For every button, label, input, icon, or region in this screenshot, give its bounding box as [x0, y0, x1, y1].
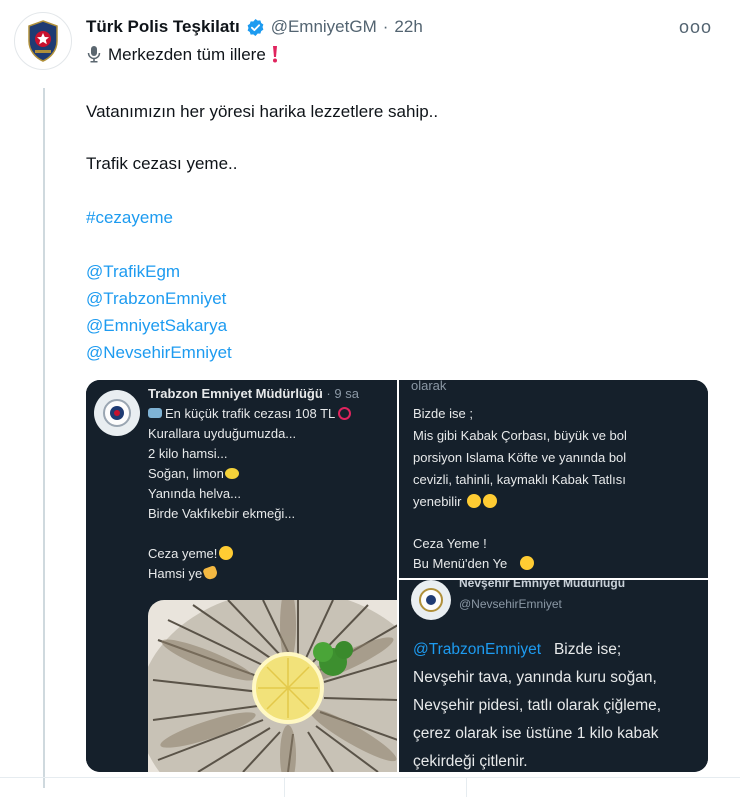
car-emoji-icon: [148, 408, 162, 418]
trabzon-line-4: Soğan, limon: [148, 464, 239, 484]
sakarya-line-3: porsiyon Islama Köfte ve yanında bol: [413, 450, 627, 465]
sakarya-line-6: Ceza Yeme !: [413, 536, 487, 551]
tweet-line-3: Trafik cezası yeme..: [86, 154, 238, 173]
trabzon-avatar: [94, 390, 140, 436]
lemon-emoji-icon: [224, 468, 239, 479]
more-options-icon[interactable]: ooo: [679, 17, 712, 38]
trabzon-line-8: Hamsi ye: [148, 564, 219, 584]
trabzon-line-1: En küçük trafik cezası 108 TL: [148, 404, 352, 424]
nevsehir-line-5: çekirdeği çitlenir.: [413, 753, 528, 770]
trabzon-meta: · 9 sa: [326, 386, 359, 401]
microphone-icon: [87, 46, 101, 63]
media-image-nevsehir[interactable]: Nevşehir Emniyet Müdürlüğü @NevsehirEmni…: [399, 580, 708, 772]
sakarya-line-7: Bu Menü'den Ye: [413, 554, 535, 574]
trabzon-author: Trabzon Emniyet Müdürlüğü · 9 sa: [148, 386, 359, 401]
action-bar-separator: [466, 778, 467, 797]
tweet-line-1: Merkezden tüm illere: [86, 44, 280, 66]
action-bar-separator: [284, 778, 285, 797]
nevsehir-mention: @TrabzonEmniyet: [413, 641, 542, 658]
tweet-line-1-text: Merkezden tüm illere: [108, 45, 266, 64]
hamsi-photo: [148, 600, 397, 772]
police-badge-icon: [28, 20, 58, 62]
media-image-sakarya[interactable]: olarak Bizde ise ; Mis gibi Kabak Çorbas…: [399, 380, 708, 578]
exclamation-icon: [272, 46, 277, 63]
police-emblem-icon: [103, 399, 131, 427]
tweet-header: Türk Polis Teşkilatı @EmniyetGM · 22h: [86, 14, 720, 40]
author-handle[interactable]: @EmniyetGM: [271, 17, 377, 37]
mention-link-emniyetsakarya[interactable]: @EmniyetSakarya: [86, 315, 227, 337]
sakarya-line-2: Mis gibi Kabak Çorbası, büyük ve bol: [413, 428, 627, 443]
action-bar-divider: [0, 777, 740, 778]
mention-link-trabzonemniyet[interactable]: @TrabzonEmniyet: [86, 288, 226, 310]
smile-emoji-icon: [219, 546, 234, 560]
trabzon-line-3: 2 kilo hamsi...: [148, 446, 228, 461]
nevsehir-line-3: Nevşehir pidesi, tatlı olarak çiğleme,: [413, 697, 662, 714]
hashtag-link[interactable]: #cezayeme: [86, 207, 173, 229]
nevsehir-avatar: [411, 580, 451, 620]
police-emblem-icon: [419, 588, 443, 612]
mention-link-nevsehiremniyet[interactable]: @NevsehirEmniyet: [86, 342, 232, 364]
trabzon-line-5: Yanında helva...: [148, 486, 241, 501]
smile-emoji-icon: [483, 494, 498, 508]
sakarya-line-1: Bizde ise ;: [413, 406, 473, 421]
hand-emoji-icon: [202, 565, 219, 581]
no-entry-emoji-icon: [338, 407, 352, 420]
thread-line: [43, 88, 45, 788]
nevsehir-author: Nevşehir Emniyet Müdürlüğü: [459, 580, 626, 590]
tweet-line-2: Vatanımızın her yöresi harika lezzetlere…: [86, 102, 439, 121]
separator-dot: ·: [382, 17, 389, 36]
tweet-timestamp[interactable]: 22h: [394, 17, 422, 37]
nevsehir-line-4: çerez olarak ise üstüne 1 kilo kabak: [413, 725, 659, 742]
media-grid[interactable]: Trabzon Emniyet Müdürlüğü · 9 sa En küçü…: [86, 380, 708, 772]
media-image-trabzon[interactable]: Trabzon Emniyet Müdürlüğü · 9 sa En küçü…: [86, 380, 397, 772]
nevsehir-line-2: Nevşehir tava, yanında kuru soğan,: [413, 669, 657, 686]
nevsehir-line-1: @TrabzonEmniyet Bizde ise;: [413, 641, 622, 658]
trabzon-line-6: Birde Vakfıkebir ekmeği...: [148, 506, 296, 521]
verified-badge-icon: [247, 18, 264, 36]
sakarya-line-4: cevizli, tahinli, kaymaklı Kabak Tatlısı: [413, 472, 626, 487]
nevsehir-handle: @NevsehirEmniyet: [459, 597, 562, 611]
sakarya-line-0: olarak: [411, 380, 447, 393]
smile-emoji-icon: [520, 556, 535, 570]
smile-emoji-icon: [467, 494, 482, 508]
author-avatar[interactable]: [14, 12, 72, 70]
mention-link-trafikegm[interactable]: @TrafikEgm: [86, 261, 180, 283]
trabzon-line-2: Kurallara uyduğumuzda...: [148, 426, 297, 441]
sakarya-line-5: yenebilir: [413, 492, 498, 512]
trabzon-author-name: Trabzon Emniyet Müdürlüğü: [148, 386, 323, 401]
author-name[interactable]: Türk Polis Teşkilatı: [86, 17, 240, 37]
trabzon-line-7: Ceza yeme!: [148, 544, 234, 564]
